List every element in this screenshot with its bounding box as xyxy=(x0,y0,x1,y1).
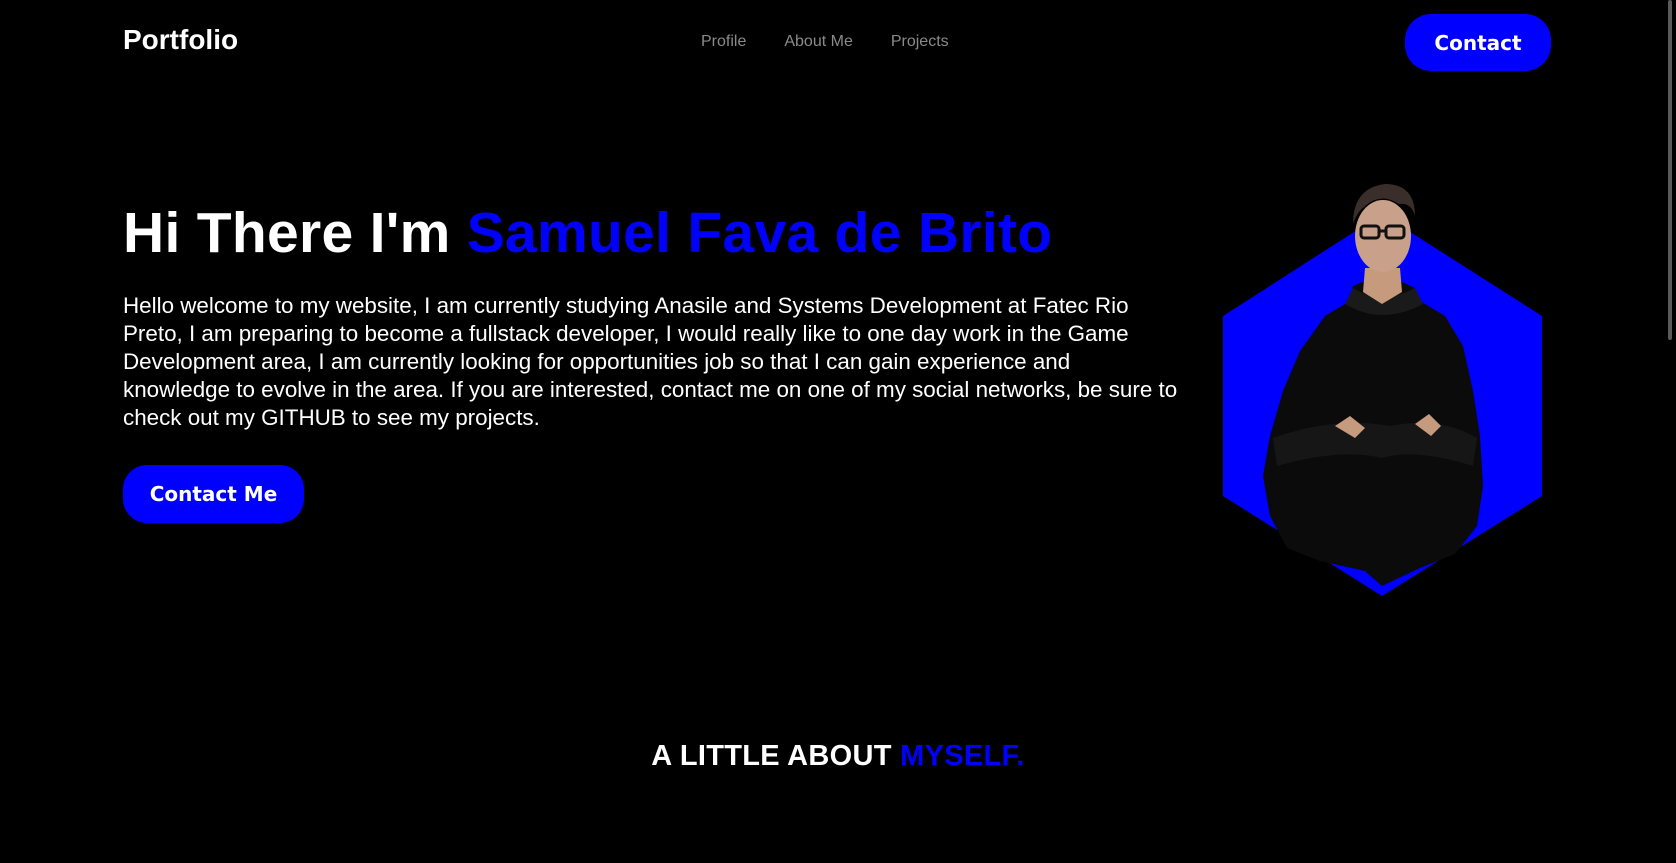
about-title-prefix: A LITTLE ABOUT xyxy=(651,740,901,772)
site-header: Portfolio Profile About Me Projects Cont… xyxy=(0,0,1660,86)
hero-title: Hi There I'm Samuel Fava de Brito xyxy=(123,200,1052,266)
contact-me-button[interactable]: Contact Me xyxy=(123,465,304,523)
page: Portfolio Profile About Me Projects Cont… xyxy=(0,0,1676,863)
hero-greeting: Hi There I'm xyxy=(123,201,467,265)
nav-link-projects[interactable]: Projects xyxy=(891,33,949,51)
nav-link-profile[interactable]: Profile xyxy=(701,33,746,51)
profile-portrait xyxy=(1223,184,1542,596)
main-nav: Profile About Me Projects xyxy=(701,33,949,51)
vertical-scrollbar[interactable] xyxy=(1660,0,1676,863)
about-section-title: A LITTLE ABOUT MYSELF. xyxy=(0,740,1660,773)
scrollbar-thumb[interactable] xyxy=(1668,0,1672,340)
hero-name: Samuel Fava de Brito xyxy=(466,201,1053,265)
nav-link-about-me[interactable]: About Me xyxy=(784,33,852,51)
about-title-accent: MYSELF. xyxy=(900,740,1025,772)
hero-description: Hello welcome to my website, I am curren… xyxy=(123,293,1178,430)
viewport: Portfolio Profile About Me Projects Cont… xyxy=(0,0,1660,863)
brand-logo[interactable]: Portfolio xyxy=(123,24,238,56)
contact-button[interactable]: Contact xyxy=(1405,14,1551,71)
